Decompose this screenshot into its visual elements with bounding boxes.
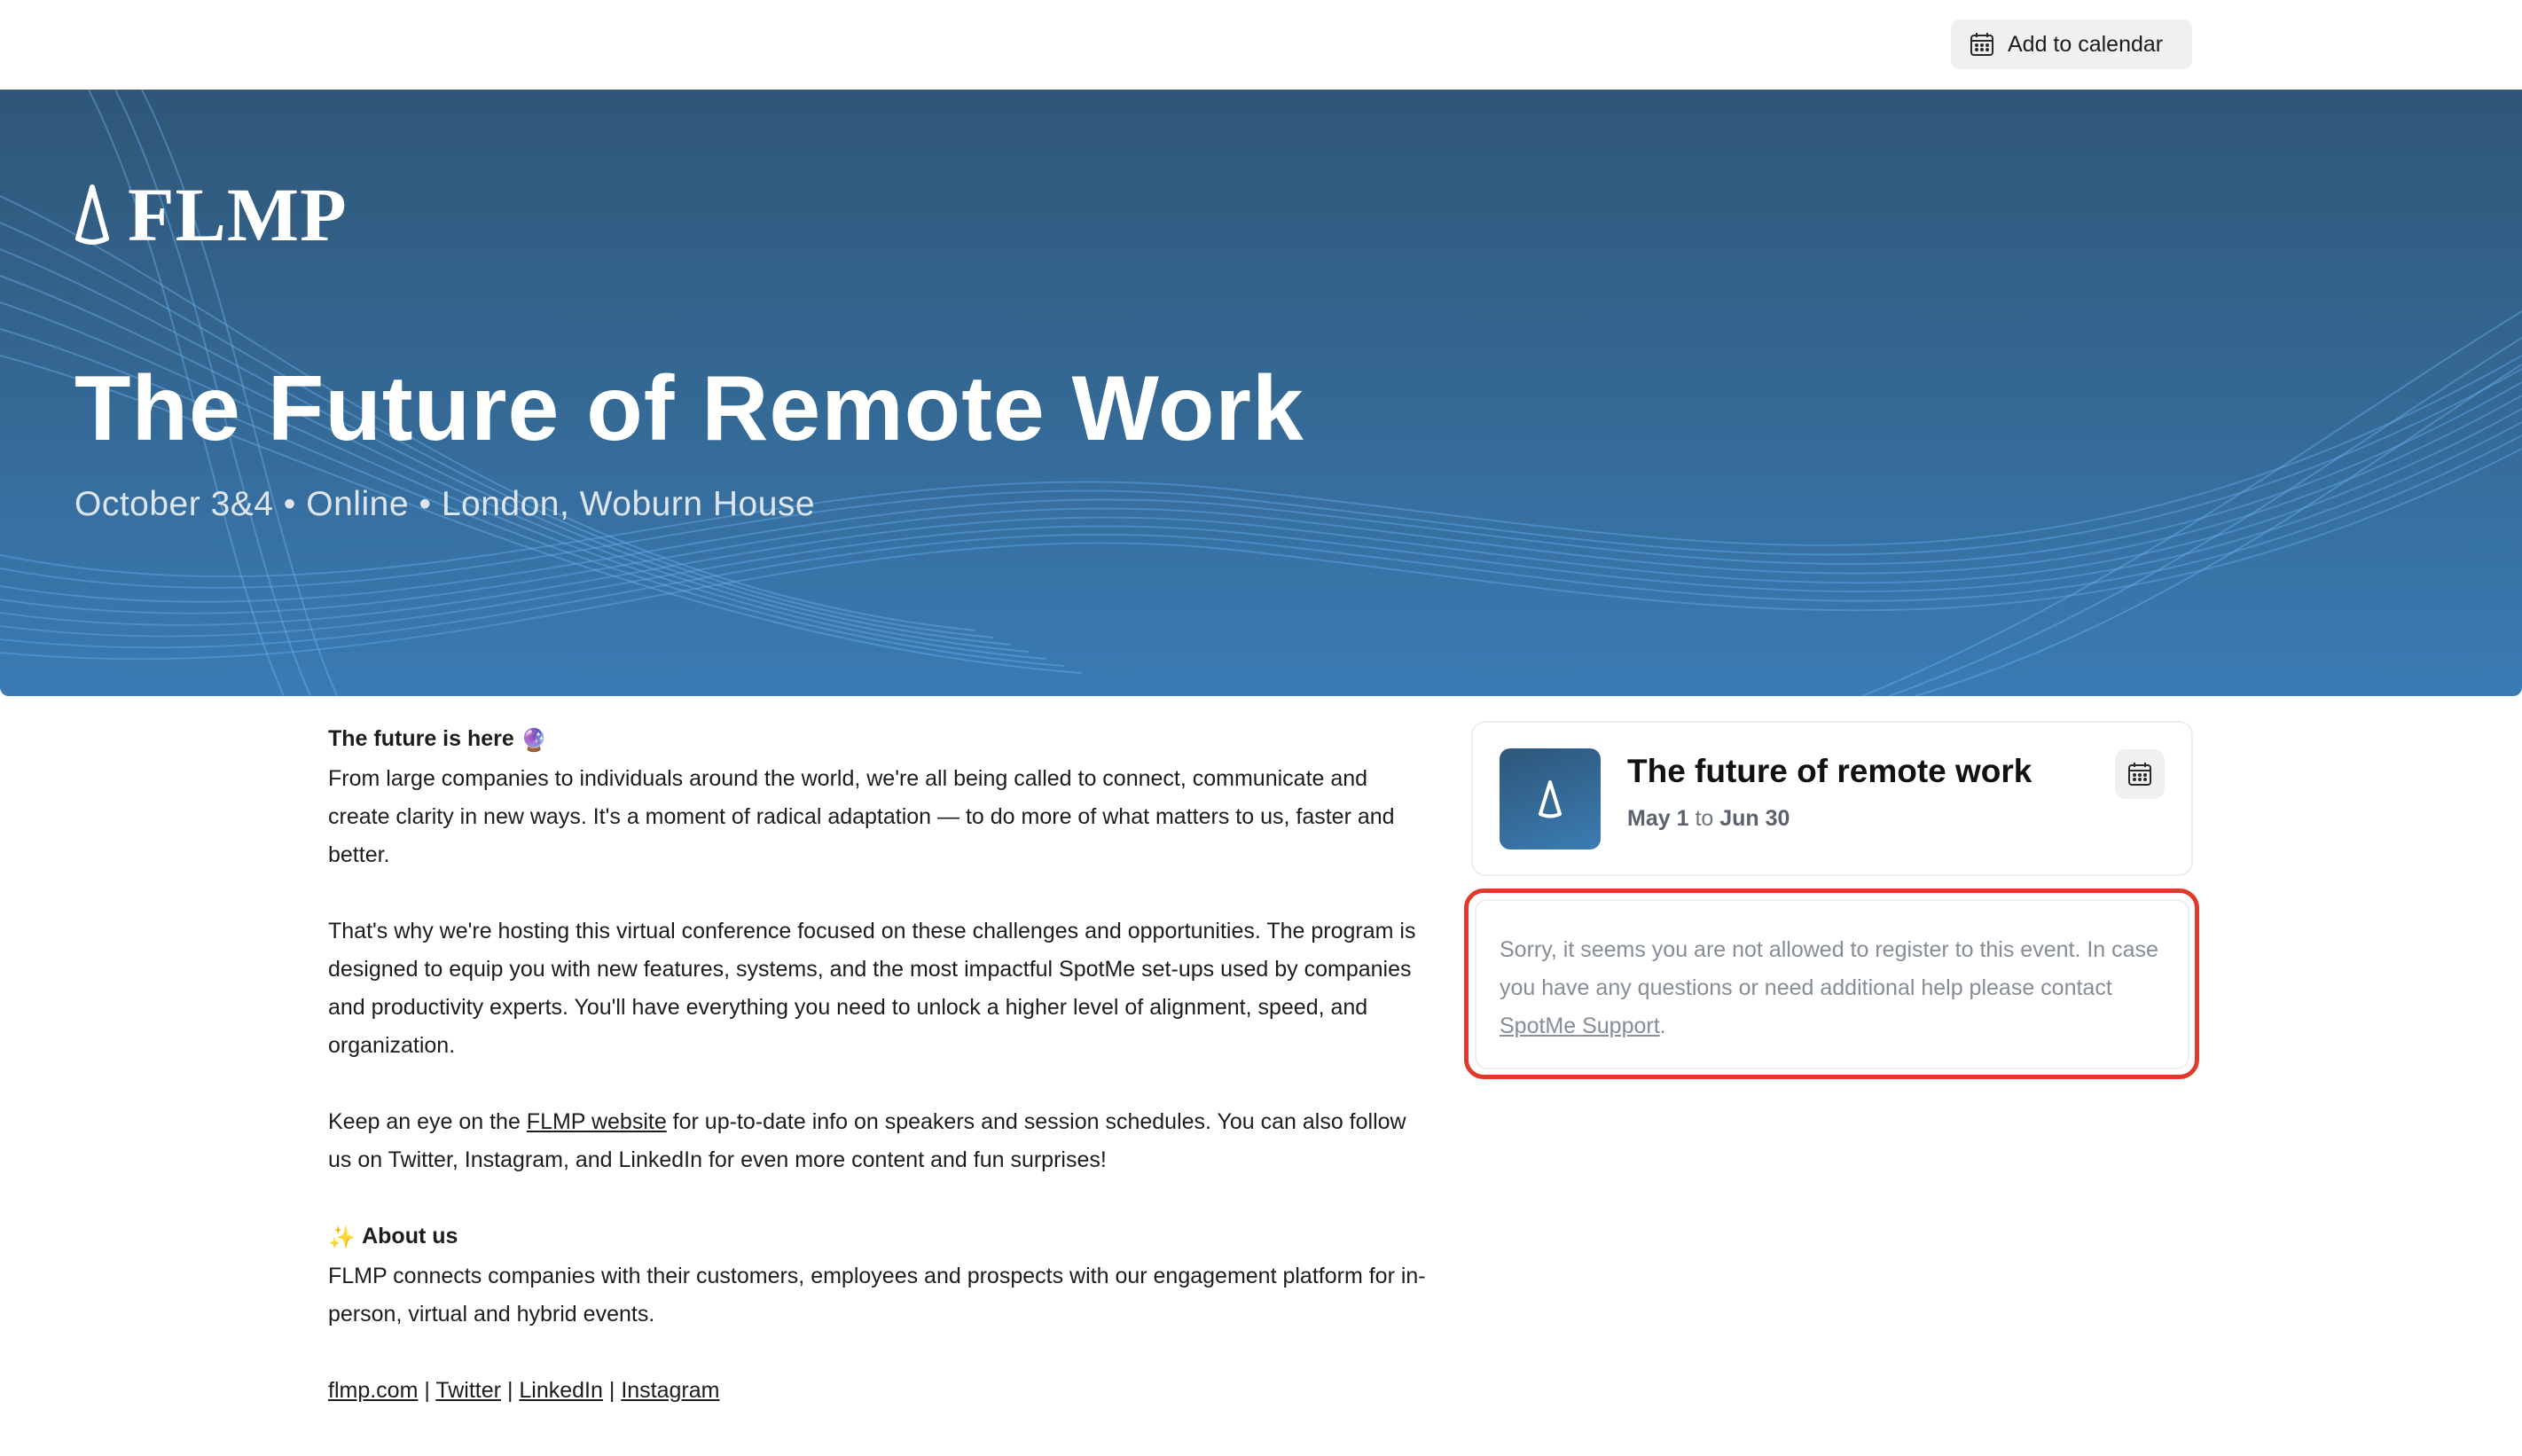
heading-text: The future is here <box>328 726 514 751</box>
event-description: The future is here 🔮 From large companie… <box>328 720 1428 1410</box>
description-paragraph-1: From large companies to individuals arou… <box>328 766 1395 867</box>
event-title: The Future of Remote Work <box>74 357 1304 460</box>
flmp-logo: FLMP <box>73 176 348 253</box>
description-heading: The future is here 🔮 <box>328 720 1428 760</box>
add-to-calendar-label: Add to calendar <box>2008 31 2164 57</box>
flmp-website-link[interactable]: FLMP website <box>527 1109 667 1134</box>
event-thumbnail <box>1500 748 1601 849</box>
add-to-calendar-button[interactable]: Add to calendar <box>1951 20 2192 69</box>
twitter-link[interactable]: Twitter <box>435 1378 501 1403</box>
flmp-com-link[interactable]: flmp.com <box>328 1378 418 1403</box>
event-summary-card: The future of remote work May 1 to Jun 3… <box>1471 721 2193 876</box>
event-subtitle: October 3&4 • Online • London, Woburn Ho… <box>74 485 816 523</box>
event-card-dates: May 1 to Jun 30 <box>1627 806 1790 832</box>
instagram-link[interactable]: Instagram <box>621 1378 719 1403</box>
crystal-ball-icon: 🔮 <box>520 728 548 753</box>
notice-message: Sorry, it seems you are not allowed to r… <box>1500 937 2158 1000</box>
card-calendar-button[interactable] <box>2115 749 2165 799</box>
event-card-title: The future of remote work <box>1627 753 2032 789</box>
about-heading: ✨ About us <box>328 1217 1428 1257</box>
linkedin-link[interactable]: LinkedIn <box>519 1378 603 1403</box>
calendar-icon <box>1969 31 1995 58</box>
registration-notice: Sorry, it seems you are not allowed to r… <box>1475 899 2189 1069</box>
paragraph-3-lead: Keep an eye on the <box>328 1109 527 1134</box>
social-links: flmp.com | Twitter | LinkedIn | Instagra… <box>328 1372 1428 1410</box>
sparkles-icon: ✨ <box>328 1225 356 1250</box>
event-hero-banner: FLMP The Future of Remote Work October 3… <box>0 90 2522 696</box>
description-paragraph-2: That's why we're hosting this virtual co… <box>328 919 1416 1058</box>
link-separator: | <box>608 1378 615 1403</box>
event-start-date: May 1 <box>1627 806 1689 831</box>
link-separator: | <box>424 1378 430 1403</box>
description-paragraph-3: Keep an eye on the FLMP website for up-t… <box>328 1103 1428 1179</box>
calendar-icon <box>2128 763 2151 786</box>
about-heading-text: About us <box>362 1224 458 1249</box>
notice-text: Sorry, it seems you are not allowed to r… <box>1500 931 2165 1045</box>
top-bar: Add to calendar <box>0 0 2522 89</box>
brand-wordmark: FLMP <box>128 172 348 257</box>
date-connector: to <box>1695 806 1714 831</box>
flask-icon <box>73 182 112 247</box>
about-text: FLMP connects companies with their custo… <box>328 1264 1426 1327</box>
event-end-date: Jun 30 <box>1719 806 1790 831</box>
notice-trailing: . <box>1659 1014 1666 1038</box>
spotme-support-link[interactable]: SpotMe Support <box>1500 1014 1660 1038</box>
flask-icon <box>1539 780 1562 818</box>
link-separator: | <box>506 1378 513 1403</box>
